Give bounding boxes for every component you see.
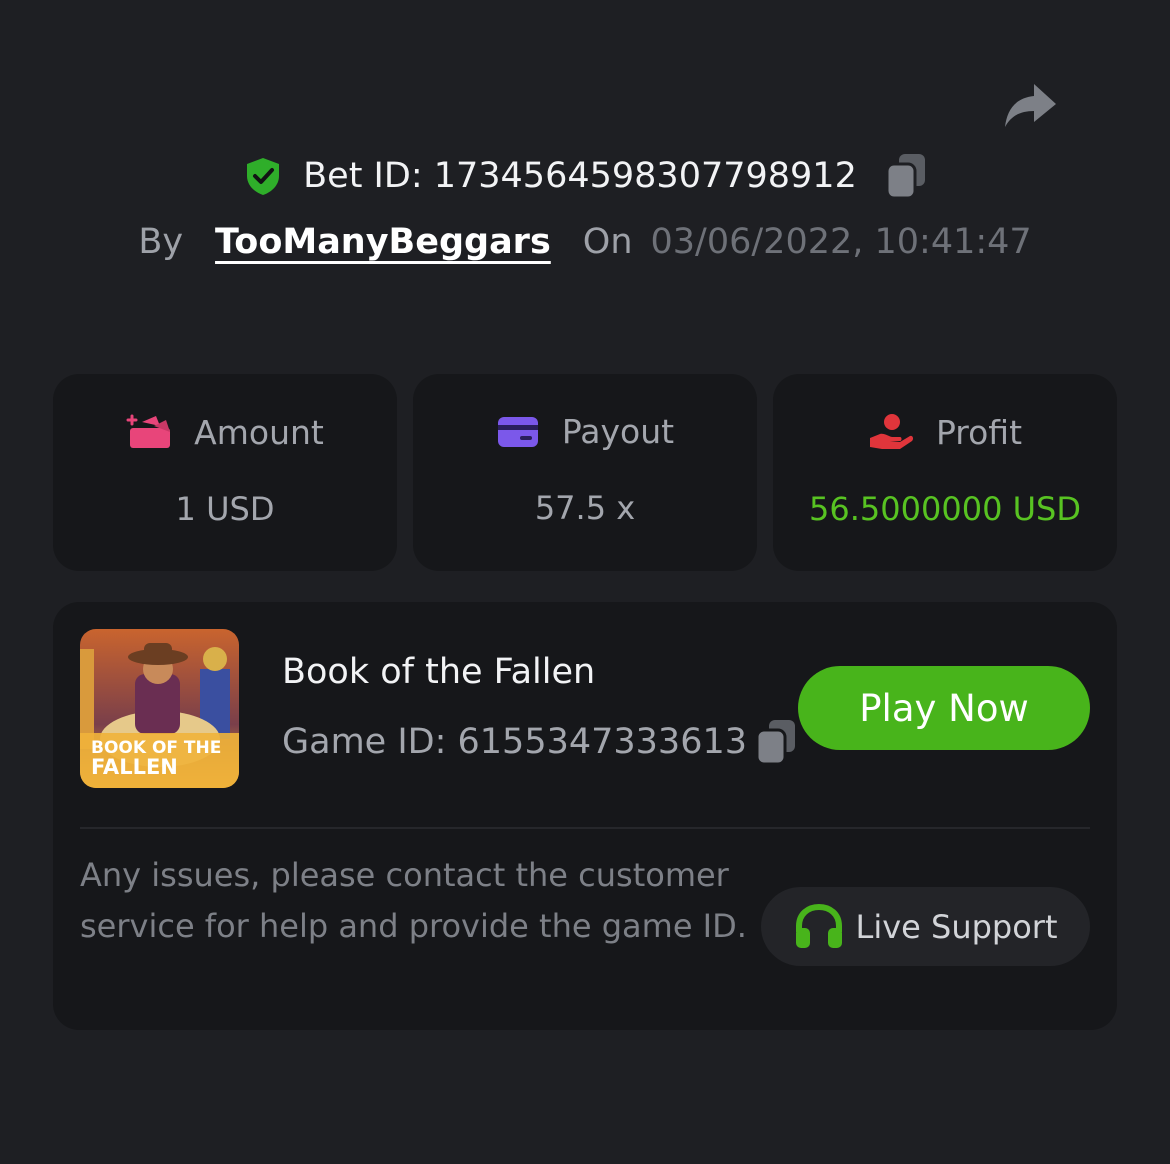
- profit-card: Profit 56.5000000 USD: [773, 374, 1117, 571]
- card-icon: [497, 416, 538, 447]
- amount-card: Amount 1 USD: [53, 374, 397, 571]
- live-support-label: Live Support: [855, 907, 1058, 946]
- bet-id-text: Bet ID: 1734564598307798912: [303, 156, 857, 196]
- bet-datetime: 03/06/2022, 10:41:47: [650, 222, 1032, 262]
- bet-meta-row: By TooManyBeggars On 03/06/2022, 10:41:4…: [0, 222, 1170, 262]
- copy-icon: [755, 720, 795, 766]
- profit-label: Profit: [935, 412, 1023, 452]
- headset-icon: [796, 903, 843, 948]
- profit-value: 56.5000000 USD: [809, 490, 1081, 528]
- username-link[interactable]: TooManyBeggars: [215, 222, 551, 262]
- payout-label: Payout: [561, 412, 675, 451]
- share-button[interactable]: [1000, 78, 1060, 132]
- hand-coin-icon: [869, 414, 913, 449]
- by-label: By: [138, 222, 184, 262]
- thumb-title-line2: FALLEN: [91, 755, 178, 779]
- support-note: Any issues, please contact the customer …: [80, 856, 747, 945]
- bet-stats: Amount 1 USD Payout 57.5 x Profit 56.500…: [53, 374, 1117, 571]
- divider: [80, 827, 1090, 829]
- on-label: On: [582, 222, 633, 262]
- copy-game-id-button[interactable]: [755, 718, 797, 766]
- bet-id-row: Bet ID: 1734564598307798912: [0, 152, 1170, 200]
- payout-value: 57.5 x: [534, 489, 636, 527]
- amount-label: Amount: [194, 412, 324, 452]
- amount-value: 1 USD: [175, 490, 275, 528]
- shield-check-icon: [243, 156, 283, 196]
- payout-card: Payout 57.5 x: [413, 374, 757, 571]
- wallet-sparkle-icon: [126, 414, 171, 448]
- live-support-button[interactable]: Live Support: [761, 887, 1090, 966]
- game-card: BOOK OF THE FALLEN Book of the Fallen Ga…: [53, 602, 1117, 1030]
- game-id-text: Game ID: 6155347333613: [282, 722, 747, 762]
- copy-bet-id-button[interactable]: [885, 152, 927, 200]
- game-id-row: Game ID: 6155347333613: [282, 718, 797, 766]
- play-now-button[interactable]: Play Now: [798, 666, 1090, 750]
- copy-icon: [885, 154, 925, 200]
- game-title: Book of the Fallen: [282, 652, 596, 692]
- game-thumbnail[interactable]: BOOK OF THE FALLEN: [80, 629, 239, 788]
- share-icon: [1005, 84, 1056, 127]
